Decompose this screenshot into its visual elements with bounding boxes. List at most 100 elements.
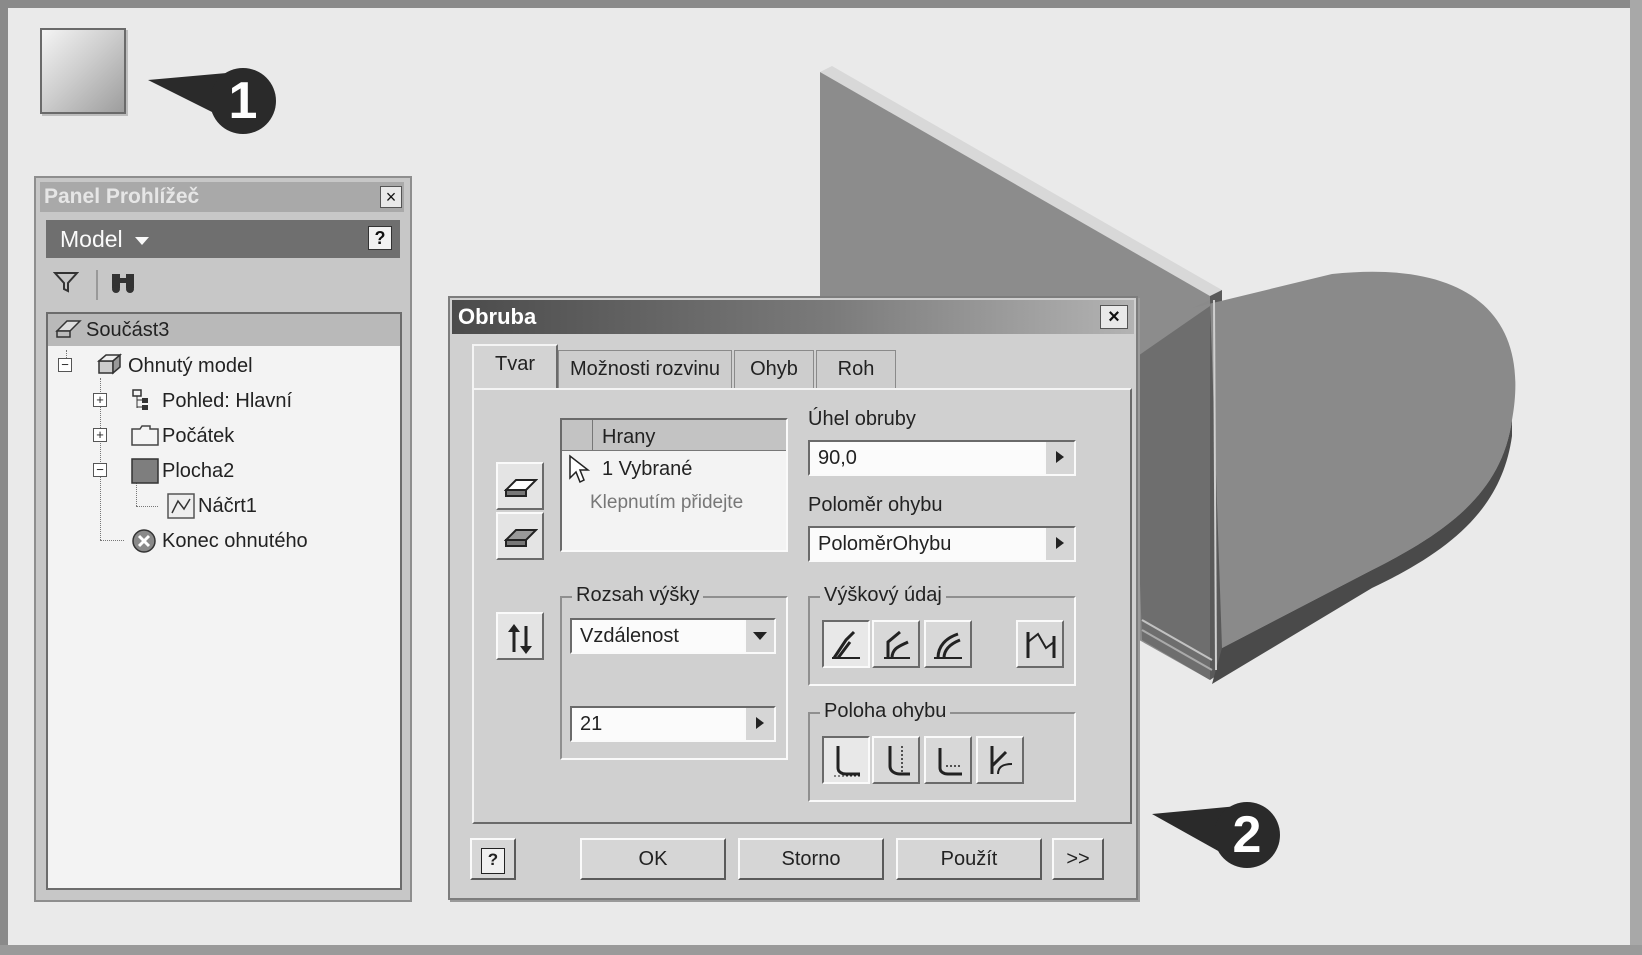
bend-outside-icon <box>888 746 910 776</box>
datum-tangent-icon <box>934 632 962 659</box>
edge-mode-icon <box>504 479 538 497</box>
tree-item-end-of-part[interactable]: Konec ohnutého <box>130 525 308 557</box>
find-binoculars-icon[interactable] <box>108 270 140 300</box>
height-datum-label: Výškový údaj <box>820 584 946 607</box>
edge-select-button[interactable] <box>496 462 544 510</box>
height-datum-group: Výškový údaj <box>808 584 1076 686</box>
part-icon <box>54 317 82 341</box>
scan-border-top <box>0 0 1642 8</box>
tree-item-bent-model[interactable]: Ohnutý model <box>96 350 253 382</box>
tab-bend[interactable]: Ohyb <box>734 350 814 388</box>
edges-selected-count: 1 Vybrané <box>602 458 693 480</box>
bend-adjacent-icon <box>938 748 962 776</box>
flange-feature-icon[interactable] <box>40 28 126 114</box>
tree-expand-toggle[interactable]: + <box>93 393 107 407</box>
sheet-metal-icon <box>96 353 123 377</box>
browser-panel: Panel Prohlížeč × Model ? Součást3 − Ohn… <box>34 176 412 902</box>
height-extents-type-select[interactable]: Vzdálenost <box>570 618 776 654</box>
bend-radius-arrow-button[interactable] <box>1044 528 1074 560</box>
height-extents-type-value: Vzdálenost <box>580 625 679 647</box>
height-value: 21 <box>580 713 603 735</box>
tab-unfold-options[interactable]: Možnosti rozvinu <box>558 350 732 388</box>
height-value-input[interactable]: 21 <box>570 706 776 742</box>
scan-border-bottom <box>0 945 1642 955</box>
tree-item-label: Počátek <box>162 425 235 447</box>
height-value-arrow-button[interactable] <box>744 708 774 740</box>
datum-intersection-inner-button[interactable] <box>872 620 920 668</box>
height-extents-group: Rozsah výšky Vzdálenost 21 <box>560 584 788 760</box>
bend-tangent-icon <box>990 746 1013 775</box>
cancel-button[interactable]: Storno <box>738 838 884 880</box>
tab-corner[interactable]: Roh <box>816 350 896 388</box>
datum-aligned-icon <box>1026 632 1056 658</box>
edges-add-hint: Klepnutím přidejte <box>590 492 744 513</box>
tree-item-face[interactable]: Plocha2 <box>130 455 234 487</box>
tree-item-view[interactable]: Pohled: Hlavní <box>130 385 292 417</box>
bend-position-outside-button[interactable] <box>872 736 920 784</box>
browser-mode-dropdown[interactable]: Model ? <box>46 220 400 258</box>
callout-number: 2 <box>1214 802 1280 868</box>
scan-border-right <box>1630 0 1642 955</box>
dialog-titlebar: Obruba × <box>452 300 1134 334</box>
browser-title: Panel Prohlížeč <box>40 182 404 212</box>
sketch-icon <box>166 492 195 519</box>
more-options-button[interactable]: >> <box>1052 838 1104 880</box>
model-flange-dark-side <box>1132 306 1210 680</box>
flip-direction-button[interactable] <box>496 612 544 660</box>
bend-position-tangent-button[interactable] <box>976 736 1024 784</box>
tree-line <box>100 540 124 541</box>
dialog-close-button[interactable]: × <box>1100 305 1128 329</box>
cursor-arrow-icon <box>569 454 590 484</box>
toolbar-divider <box>96 270 98 300</box>
tree-item-label: Konec ohnutého <box>162 530 308 552</box>
flange-angle-arrow-button[interactable] <box>1044 442 1074 474</box>
browser-help-button[interactable]: ? <box>368 226 392 250</box>
bend-radius-label: Poloměr ohybu <box>808 494 943 516</box>
flange-dialog: Obruba × Tvar Možnosti rozvinu Ohyb Roh … <box>448 296 1138 900</box>
help-icon: ? <box>481 848 505 874</box>
tree-item-label: Pohled: Hlavní <box>162 390 293 412</box>
tree-expand-toggle[interactable]: + <box>93 428 107 442</box>
filter-icon[interactable] <box>50 270 82 300</box>
browser-close-button[interactable]: × <box>380 186 402 208</box>
browser-mode-label: Model <box>60 226 123 252</box>
view-icon <box>130 388 156 412</box>
loop-select-button[interactable] <box>496 512 544 560</box>
loop-mode-icon <box>504 529 538 547</box>
end-of-part-icon <box>130 528 156 553</box>
tree-item-origin[interactable]: Počátek <box>130 420 234 452</box>
bend-radius-input[interactable]: PoloměrOhybu <box>808 526 1076 562</box>
datum-intersection-outer-button[interactable] <box>822 620 870 668</box>
bend-position-adjacent-button[interactable] <box>924 736 972 784</box>
chevron-down-icon <box>135 236 150 245</box>
dialog-title: Obruba <box>458 304 537 329</box>
tree-collapse-toggle[interactable]: − <box>93 463 107 477</box>
tab-shape[interactable]: Tvar <box>472 344 558 390</box>
datum-tangent-button[interactable] <box>924 620 972 668</box>
folder-icon <box>130 423 159 447</box>
dialog-help-button[interactable]: ? <box>470 838 516 880</box>
bend-radius-value: PoloměrOhybu <box>818 533 952 555</box>
callout-number: 1 <box>210 68 276 134</box>
tree-item-sketch[interactable]: Náčrt1 <box>166 490 257 522</box>
tree-collapse-toggle[interactable]: − <box>58 358 72 372</box>
tree-root-label: Součást3 <box>86 319 170 341</box>
tree-line <box>136 506 158 507</box>
flip-direction-icon <box>508 624 532 654</box>
bend-position-inside-button[interactable] <box>822 736 870 784</box>
apply-button[interactable]: Použít <box>896 838 1042 880</box>
flange-angle-input[interactable]: 90,0 <box>808 440 1076 476</box>
browser-toolbar <box>46 266 400 304</box>
bend-inside-icon <box>834 746 860 777</box>
face-icon <box>130 457 159 484</box>
datum-inner-icon <box>884 630 910 659</box>
bend-position-label: Poloha ohybu <box>820 700 951 723</box>
tree-root-part[interactable]: Součást3 <box>48 314 400 346</box>
ok-button[interactable]: OK <box>580 838 726 880</box>
datum-aligned-button[interactable] <box>1016 620 1064 668</box>
tree-item-label: Plocha2 <box>162 460 235 482</box>
edges-list[interactable]: Hrany 1 Vybrané Klepnutím přidejte <box>560 418 788 552</box>
chevron-down-icon[interactable] <box>744 620 774 652</box>
edges-column-label: Hrany <box>602 426 656 448</box>
scan-border-left <box>0 0 8 955</box>
